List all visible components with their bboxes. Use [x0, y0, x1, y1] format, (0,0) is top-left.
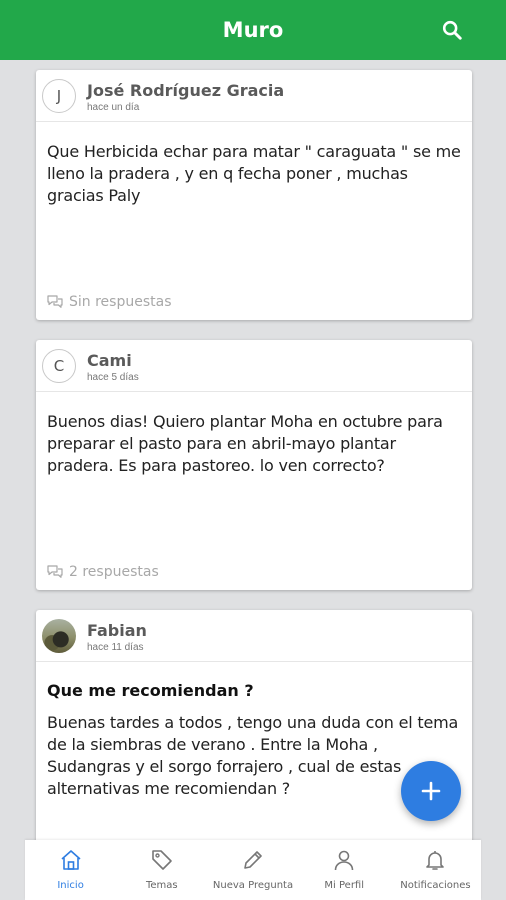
nav-item-mi-perfil[interactable]: Mi Perfil: [299, 840, 390, 900]
post-title: Que me recomiendan ?: [47, 681, 254, 700]
nav-label: Nueva Pregunta: [212, 880, 294, 891]
post-header: J José Rodríguez Gracia hace un día: [36, 70, 472, 122]
post-time: hace un día: [87, 102, 140, 113]
pencil-icon: [240, 847, 266, 873]
user-icon: [331, 847, 357, 873]
wall-feed[interactable]: J José Rodríguez Gracia hace un día Que …: [0, 60, 506, 840]
post-text: Buenas tardes a todos , tengo una duda c…: [47, 713, 459, 798]
replies-link[interactable]: Sin respuestas: [47, 294, 171, 310]
search-button[interactable]: [438, 16, 466, 44]
avatar[interactable]: [42, 619, 76, 653]
bell-icon: [422, 847, 448, 873]
nav-label: Notificaciones: [400, 880, 471, 891]
nav-item-notificaciones[interactable]: Notificaciones: [390, 840, 481, 900]
comments-icon: [47, 565, 63, 578]
post-header: C Cami hace 5 días: [36, 340, 472, 392]
nav-item-temas[interactable]: Temas: [116, 840, 207, 900]
new-question-fab[interactable]: [401, 761, 461, 821]
post-author[interactable]: José Rodríguez Gracia: [87, 81, 284, 100]
app-bar: Muro: [0, 0, 506, 60]
replies-count: Sin respuestas: [69, 294, 172, 310]
nav-label: Inicio: [57, 880, 84, 891]
post-text: Buenos dias! Quiero plantar Moha en octu…: [47, 412, 443, 475]
replies-count: 2 respuestas: [69, 564, 159, 580]
post-text: Que Herbicida echar para matar " caragua…: [47, 142, 461, 205]
plus-icon: [421, 781, 441, 801]
post-header: Fabian hace 11 días: [36, 610, 472, 662]
replies-link[interactable]: 2 respuestas: [47, 564, 159, 580]
home-icon: [58, 847, 84, 873]
post-time: hace 5 días: [87, 372, 139, 383]
nav-item-inicio[interactable]: Inicio: [25, 840, 116, 900]
post-card[interactable]: C Cami hace 5 días Buenos dias! Quiero p…: [36, 340, 472, 590]
nav-label: Temas: [145, 880, 178, 891]
bottom-navigation: Inicio Temas Nueva Pregunta Mi Perfil No…: [25, 840, 481, 900]
post-author[interactable]: Cami: [87, 351, 132, 370]
comments-icon: [47, 295, 63, 308]
search-icon: [442, 20, 462, 40]
post-author[interactable]: Fabian: [87, 621, 147, 640]
avatar[interactable]: J: [42, 79, 76, 113]
tag-icon: [149, 847, 175, 873]
avatar[interactable]: C: [42, 349, 76, 383]
post-card[interactable]: J José Rodríguez Gracia hace un día Que …: [36, 70, 472, 320]
page-title: Muro: [222, 18, 284, 42]
nav-item-nueva-pregunta[interactable]: Nueva Pregunta: [207, 840, 298, 900]
nav-label: Mi Perfil: [324, 880, 365, 891]
post-time: hace 11 días: [87, 642, 144, 653]
